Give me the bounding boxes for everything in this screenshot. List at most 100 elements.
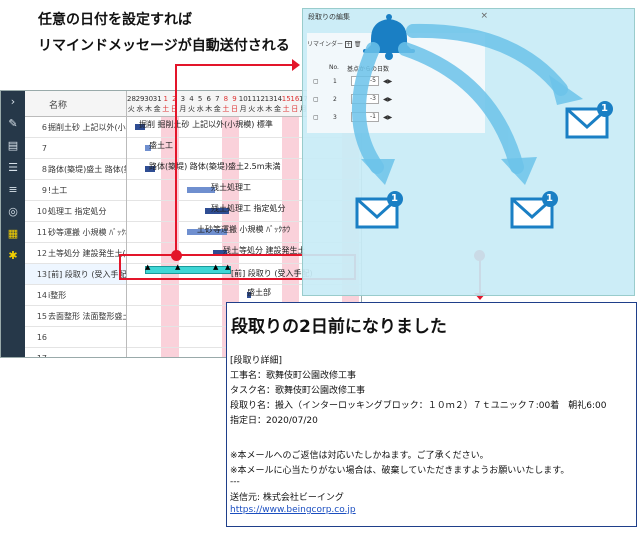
date-cell: 30 木 [144, 91, 153, 117]
weekday: 土 [282, 105, 290, 113]
connector-dot [171, 250, 182, 261]
row-number: 17 [25, 348, 47, 357]
checklist-icon[interactable]: ≡ [1, 179, 25, 201]
row-number: 15 [36, 312, 47, 321]
row-number: 7 [41, 144, 47, 153]
connector-line [175, 64, 294, 66]
table-row[interactable]: 7 [25, 138, 126, 159]
name-column-header: 名称 [25, 91, 126, 117]
weekday: 木 [265, 105, 273, 113]
table-row[interactable]: 11砂等運搬 小規模 ﾊﾞｯｸﾎｳ [25, 222, 126, 243]
task-name: i整形 [48, 291, 67, 300]
email-note-1: ※本メールへのご返信は対応いたしかねます。ご了承ください。 [230, 451, 489, 461]
task-name: 砂等運搬 小規模 ﾊﾞｯｸﾎｳ [48, 228, 126, 237]
email-title: 段取りの2日前になりました [231, 317, 447, 337]
row-number: 16 [36, 333, 47, 342]
table-row[interactable]: 12土等処分 建設発生土(砂 [25, 243, 126, 264]
date-cell: 15 土 [282, 91, 291, 117]
calendar-icon[interactable]: ▤ [1, 135, 25, 157]
date-cell: 4火 [187, 91, 196, 117]
chevron-right-icon[interactable]: › [1, 91, 25, 113]
task-bar-label: 盛土部 [247, 288, 271, 297]
task-name: 去面整形 法面整形盛土部 [48, 312, 126, 321]
weekday: 火 [248, 105, 256, 113]
task-bar-label: 土砂等運搬 小規模 ﾊﾞｯｸﾎｳ [197, 225, 291, 234]
date-cell: 11 火 [247, 91, 256, 117]
table-row[interactable]: 17 [25, 348, 126, 357]
mail-badge: 1 [601, 103, 608, 114]
date-number: 7 [215, 95, 220, 103]
date-cell: 7金 [213, 91, 222, 117]
sidebar: › ✎ ▤ ☰ ≡ ◎ ▦ ✱ [1, 91, 25, 357]
date-number: 13 [264, 95, 274, 103]
task-name: [前] 段取り (受入手配) [48, 270, 126, 279]
date-number: 5 [197, 95, 203, 103]
list-icon[interactable]: ☰ [1, 157, 25, 179]
task-name: 掘削土砂 上記以外(小規 [48, 123, 126, 132]
date-number: 12 [256, 95, 265, 103]
table-row[interactable]: 9!土工 [25, 180, 126, 201]
headline-line-1: 任意の日付を設定すれば [38, 12, 192, 28]
weekday: 金 [213, 105, 221, 113]
date-cell: 1土 [161, 91, 170, 117]
date-number: 9 [232, 95, 237, 103]
table-row[interactable]: 6掘削土砂 上記以外(小規 [25, 117, 126, 138]
task-name: 路体(築堤)盛土 路体(築堤)盛 [48, 165, 126, 174]
date-cell: 6木 [204, 91, 213, 117]
table-row[interactable]: 8路体(築堤)盛土 路体(築堤)盛 [25, 159, 126, 180]
task-bar-label: 盛土工 [149, 141, 173, 150]
task-name: 処理工 指定処分 [48, 207, 107, 216]
date-number: 15 [281, 95, 291, 103]
task-name: !土工 [48, 186, 68, 195]
email-separator: --- [230, 477, 240, 487]
date-cell: 28 火 [127, 91, 136, 117]
mail-icon: 1 [565, 99, 615, 143]
notification-graphic [352, 14, 583, 185]
table-row[interactable]: 13[前] 段取り (受入手配) [25, 264, 126, 285]
binoculars-icon[interactable]: ◎ [1, 201, 25, 223]
date-cell: 13 木 [265, 91, 274, 117]
weekday: 月 [239, 105, 247, 113]
email-link[interactable]: https://www.beingcorp.co.jp [230, 505, 356, 515]
edit-icon[interactable]: ✎ [1, 113, 25, 135]
table-row[interactable]: 10処理工 指定処分 [25, 201, 126, 222]
table-row[interactable]: 16 [25, 327, 126, 348]
weekday: 金 [273, 105, 281, 113]
weekday: 日 [230, 105, 238, 113]
table-row[interactable]: 14i整形 [25, 285, 126, 306]
date-cell: 3月 [179, 91, 188, 117]
date-number: 4 [189, 95, 194, 103]
weekday: 土 [162, 105, 170, 113]
date-number: 3 [180, 95, 186, 103]
row-number: 11 [36, 228, 47, 237]
email-project: 工事名：歌舞伎町公園改修工事 [230, 371, 357, 381]
task-bar-label: 掘削 掘削土砂 上記以外(小規模) 標準 [139, 120, 273, 129]
row-number: 10 [36, 207, 47, 216]
row-number: 14 [36, 291, 47, 300]
weekday: 金 [153, 105, 161, 113]
row-number: 9 [41, 186, 47, 195]
email-date: 指定日：2020/07/20 [230, 416, 318, 426]
table-row[interactable]: 15去面整形 法面整形盛土部 [25, 306, 126, 327]
weekday: 火 [187, 105, 195, 113]
email-note-2: ※本メールに心当たりがない場合は、破棄していただきますようお願いいたします。 [230, 466, 570, 476]
reminder-email: 段取りの2日前になりました [段取り詳細] 工事名：歌舞伎町公園改修工事 タスク… [226, 302, 637, 527]
gear-icon[interactable]: ✱ [1, 245, 25, 267]
task-name-column: 名称 6掘削土砂 上記以外(小規78路体(築堤)盛土 路体(築堤)盛9!土工10… [25, 91, 127, 357]
mail-icon: 1 [355, 189, 405, 233]
date-number: 8 [223, 95, 229, 103]
weekday: 水 [256, 105, 264, 113]
date-number: 10 [238, 95, 248, 103]
schedule-icon[interactable]: ▦ [1, 223, 25, 245]
mail-badge: 1 [546, 193, 553, 204]
row-number: 13 [36, 270, 47, 279]
date-number: 14 [273, 95, 283, 103]
weekday: 木 [205, 105, 213, 113]
date-cell: 16 日 [290, 91, 299, 117]
weekday: 土 [222, 105, 230, 113]
email-step: 段取り名：搬入（インターロッキングブロック：１０ｍ２）７ｔユニック７:00着 朝… [230, 401, 607, 411]
date-cell: 5水 [196, 91, 205, 117]
mail-badge: 1 [391, 193, 398, 204]
weekday: 水 [196, 105, 204, 113]
row-number: 12 [36, 249, 47, 258]
